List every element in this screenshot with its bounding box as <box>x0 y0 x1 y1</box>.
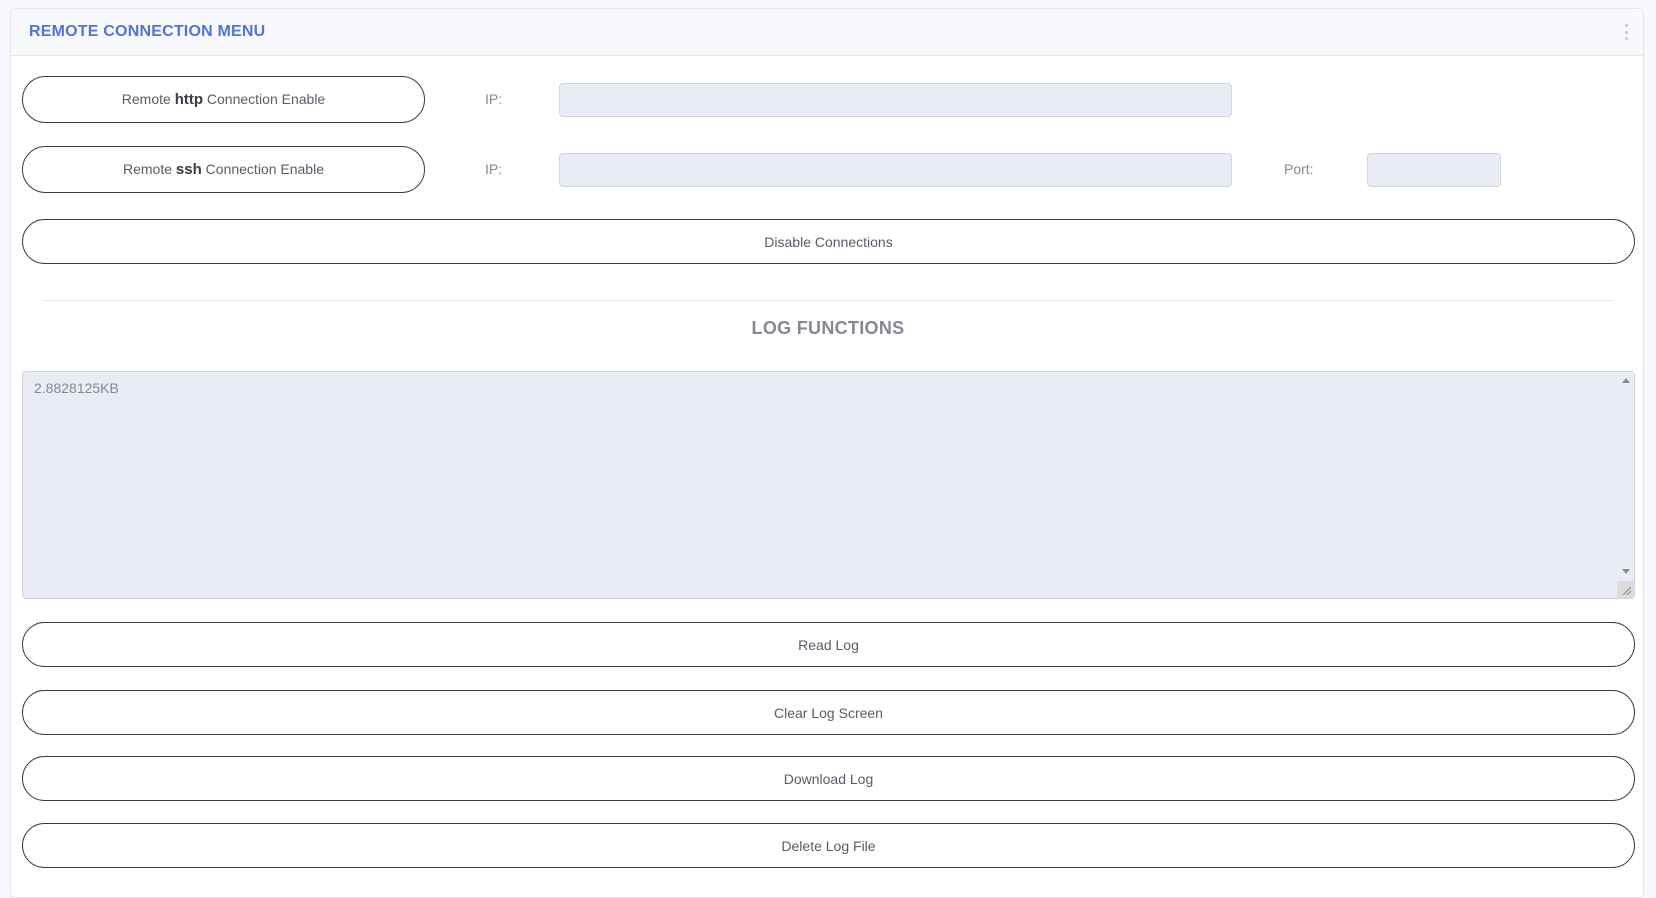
clear-log-screen-button[interactable]: Clear Log Screen <box>22 690 1635 735</box>
delete-log-file-button[interactable]: Delete Log File <box>22 823 1635 868</box>
scroll-down-arrow-icon[interactable] <box>1622 569 1630 574</box>
remote-connection-card: REMOTE CONNECTION MENU Remote http Conne… <box>10 8 1644 898</box>
scroll-up-arrow-icon[interactable] <box>1622 378 1630 383</box>
section-divider <box>43 300 1613 301</box>
card-header: REMOTE CONNECTION MENU <box>11 9 1643 56</box>
vertical-ellipsis-icon[interactable] <box>1623 24 1629 40</box>
disable-connections-button[interactable]: Disable Connections <box>22 219 1635 264</box>
ssh-ip-label: IP: <box>485 161 503 177</box>
http-connection-enable-button[interactable]: Remote http Connection Enable <box>22 76 425 123</box>
http-ip-label: IP: <box>485 91 503 107</box>
resize-grip-icon[interactable] <box>1617 581 1634 598</box>
ssh-connection-enable-button[interactable]: Remote ssh Connection Enable <box>22 146 425 193</box>
http-protocol-label: http <box>174 91 204 108</box>
log-scrollbar[interactable] <box>1617 372 1634 598</box>
ssh-protocol-label: ssh <box>175 161 202 178</box>
ssh-ip-input[interactable] <box>559 153 1232 187</box>
ssh-port-input[interactable] <box>1367 153 1501 187</box>
ssh-port-label: Port: <box>1284 161 1314 177</box>
read-log-button[interactable]: Read Log <box>22 622 1635 667</box>
card-title: REMOTE CONNECTION MENU <box>29 23 266 40</box>
http-ip-input[interactable] <box>559 83 1232 117</box>
log-functions-title: LOG FUNCTIONS <box>751 318 905 338</box>
download-log-button[interactable]: Download Log <box>22 756 1635 801</box>
log-output-textarea[interactable]: 2.8828125KB <box>22 371 1635 599</box>
